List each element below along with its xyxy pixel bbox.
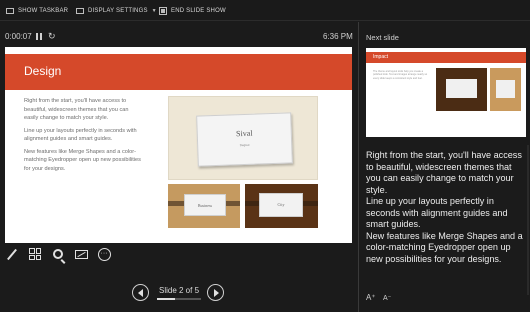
business-card-photo: Sival Degree [168,96,318,180]
show-taskbar-label: SHOW TASKBAR [18,8,69,14]
show-taskbar-button[interactable]: SHOW TASKBAR [6,5,68,17]
speaker-notes[interactable]: Right from the start, you'll have access… [366,150,526,265]
small-photo-right: City [245,184,318,228]
pause-timer-icon[interactable] [36,33,42,40]
more-options-icon: ··· [97,247,111,261]
slide-title: Design [24,64,62,78]
presenter-tools: ··· [5,245,111,263]
decrease-font-button[interactable]: A⁻ [383,294,391,302]
end-slide-show-button[interactable]: END SLIDE SHOW [159,5,226,17]
current-slide: Design Right from the start, you'll have… [5,47,352,243]
display-settings-label: DISPLAY SETTINGS [88,8,148,14]
elapsed-timer: 0:00:07 [5,32,32,41]
clock: 6:36 PM [323,32,353,41]
taskbar-icon [6,8,14,14]
next-slide-title-band [366,52,526,63]
increase-font-button[interactable]: A⁺ [366,293,376,302]
slide-progress-bar [157,298,201,300]
display-settings-button[interactable]: DISPLAY SETTINGS ▼ [76,5,157,17]
slide-paragraph: Line up your layouts perfectly in second… [24,127,137,143]
more-options-button[interactable]: ··· [97,247,111,261]
slide-paragraph: Right from the start, you'll have access… [24,98,129,121]
next-slide-photo-right [490,68,521,111]
slide-counter[interactable]: Slide 2 of 5 [155,286,203,295]
notes-paragraph: Line up your layouts perfectly in second… [366,196,508,229]
end-show-icon [159,7,167,15]
presenter-toolbar: SHOW TASKBAR DISPLAY SETTINGS ▼ END SLID… [0,0,530,21]
pen-icon [7,248,17,260]
next-slide-button[interactable] [207,284,224,301]
caret-down-icon: ▼ [151,8,157,14]
next-slide-text: The theme and layout tools help you crea… [373,70,428,80]
pane-divider[interactable] [358,22,359,312]
next-slide-label: Next slide [366,33,399,42]
notes-paragraph: New features like Merge Shapes and a col… [366,230,523,264]
pen-tool-button[interactable] [5,247,19,261]
business-card: Sival Degree [196,112,293,167]
previous-slide-button[interactable] [132,284,149,301]
slide-paragraph: New features like Merge Shapes and a col… [24,148,141,172]
black-screen-button[interactable] [74,247,88,261]
restart-timer-icon[interactable]: ↻ [48,31,56,42]
end-slide-show-label: END SLIDE SHOW [171,8,226,14]
slide-body-text: Right from the start, you'll have access… [24,97,142,177]
monitor-icon [76,8,84,14]
zoom-icon [53,249,63,259]
small-card-left: Business [184,194,226,216]
see-all-slides-button[interactable] [28,247,42,261]
next-slide-card [446,79,477,98]
next-slide-title: Impact [373,54,389,60]
small-photo-left: Business [168,184,240,228]
card-name: Sival [235,128,253,139]
card-subtitle: Degree [239,142,250,148]
slides-grid-icon [29,248,41,260]
notes-paragraph: Right from the start, you'll have access… [366,150,522,195]
next-slide-photo-left [436,68,487,111]
notes-scrollbar[interactable] [527,145,529,295]
next-slide-thumbnail[interactable]: Impact The theme and layout tools help y… [366,48,526,137]
zoom-button[interactable] [51,247,65,261]
next-slide-card [496,80,515,98]
small-card-right: City [259,193,303,217]
slide-progress-fill [157,298,175,300]
screen-icon [74,249,88,259]
